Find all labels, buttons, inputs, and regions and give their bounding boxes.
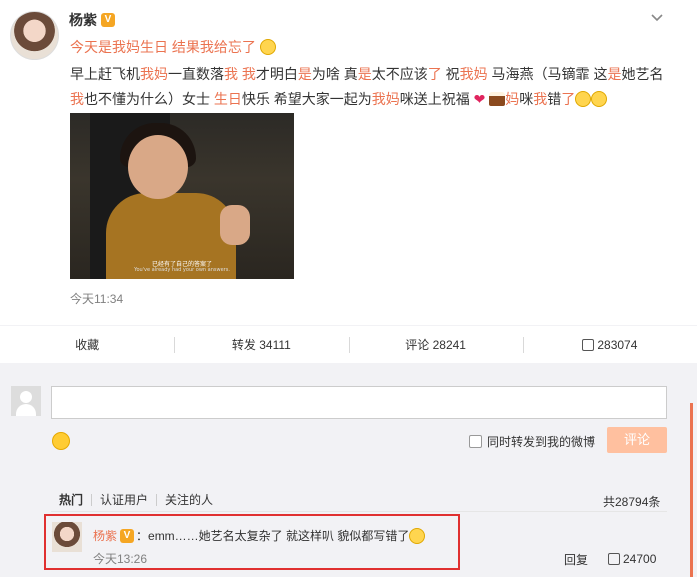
laugh-cry-emoji-icon bbox=[409, 527, 426, 544]
thumbs-up-icon bbox=[582, 338, 595, 351]
headline-text: 今天是我妈生日 结果我给忘了 bbox=[70, 39, 256, 55]
body-segment: 太不应该 bbox=[371, 66, 428, 82]
favorite-button[interactable]: 收藏 bbox=[0, 326, 174, 363]
tab-verified[interactable]: 认证用户 bbox=[100, 491, 148, 508]
body-segment: 才明白 bbox=[255, 66, 298, 82]
body-segment: 是 bbox=[607, 66, 622, 82]
tab-hot[interactable]: 热门 bbox=[59, 491, 83, 508]
tab-following[interactable]: 关注的人 bbox=[165, 491, 213, 508]
body-segment: 马海燕（马镝霏 这 bbox=[487, 66, 608, 82]
verified-badge-icon: V bbox=[120, 528, 135, 543]
body-segment: 咪送上祝福 bbox=[399, 91, 474, 107]
comment-time: 今天13:26 bbox=[93, 552, 148, 566]
body-segment: 咪 bbox=[519, 91, 534, 107]
repost-label: 转发 34111 bbox=[231, 338, 291, 352]
body-segment: 为啥 真 bbox=[311, 66, 358, 82]
verified-badge-icon: V bbox=[101, 13, 115, 27]
body-segment: 快乐 希望大家一起为 bbox=[241, 91, 372, 107]
author-name[interactable]: 杨紫 bbox=[69, 10, 97, 30]
current-user-avatar bbox=[11, 386, 41, 416]
comment-filter-tabs: 热门 认证用户 关注的人 bbox=[59, 491, 213, 508]
body-segment: 祝 bbox=[441, 66, 460, 82]
post-card: 杨紫 V 今天是我妈生日 结果我给忘了 早上赶飞机我妈一直数落我 我才明白是为啥… bbox=[0, 0, 697, 325]
emoji-picker-icon[interactable] bbox=[52, 432, 70, 450]
image-face bbox=[128, 135, 188, 199]
comment-text: ：emm……她艺名太复杂了 就这样叭 貌似都写错了 bbox=[136, 529, 410, 543]
commenter-avatar[interactable] bbox=[52, 522, 82, 552]
heart-emoji-icon: ❤ bbox=[473, 91, 486, 107]
post-image[interactable]: 已经有了自己的答案了 You've already had your own a… bbox=[70, 113, 294, 279]
body-segment: 了 bbox=[561, 91, 576, 107]
reply-button[interactable]: 回复 bbox=[564, 551, 588, 568]
body-segment: 我 我 bbox=[224, 66, 256, 82]
body-segment: 是 bbox=[297, 66, 312, 82]
body-segment: 错 bbox=[547, 91, 562, 107]
tab-divider bbox=[91, 493, 93, 506]
image-subtitle-en: You've already had your own answers. bbox=[134, 267, 230, 273]
post-actions-bar: 收藏 转发 34111 评论 28241 283074 bbox=[0, 325, 697, 363]
author-name-row: 杨紫 V bbox=[69, 10, 115, 30]
body-segment: 生日 bbox=[213, 91, 242, 107]
thumbs-up-icon bbox=[608, 553, 620, 565]
body-segment: 了 bbox=[427, 66, 442, 82]
comment-input[interactable] bbox=[51, 386, 667, 419]
scrollbar[interactable] bbox=[690, 403, 693, 577]
body-segment: 是 bbox=[357, 66, 372, 82]
like-count: 283074 bbox=[597, 337, 638, 352]
favorite-label: 收藏 bbox=[75, 338, 100, 352]
image-hand bbox=[220, 205, 250, 245]
post-headline: 今天是我妈生日 结果我给忘了 bbox=[70, 37, 276, 57]
chevron-down-icon[interactable] bbox=[650, 12, 664, 26]
comment-button[interactable]: 评论 28241 bbox=[348, 326, 523, 363]
divider bbox=[51, 511, 667, 512]
repost-button[interactable]: 转发 34111 bbox=[174, 326, 348, 363]
tab-divider bbox=[156, 493, 158, 506]
comment-like-count: 24700 bbox=[623, 552, 657, 566]
forward-label: 同时转发到我的微博 bbox=[487, 435, 596, 449]
comment-total: 共28794条 bbox=[603, 495, 661, 509]
body-segment: 我妈 bbox=[140, 66, 168, 82]
post-body: 早上赶飞机我妈一直数落我 我才明白是为啥 真是太不应该了 祝我妈 马海燕（马镝霏… bbox=[70, 62, 670, 112]
body-segment: 我 bbox=[533, 91, 548, 107]
body-segment: 早上赶飞机 bbox=[70, 66, 140, 82]
crying-emoji-icon bbox=[575, 91, 592, 107]
author-avatar[interactable] bbox=[10, 11, 59, 60]
like-button[interactable]: 283074 bbox=[522, 326, 697, 363]
submit-comment-button[interactable]: 评论 bbox=[607, 427, 667, 453]
laugh-cry-emoji-icon bbox=[259, 39, 276, 55]
cake-emoji-icon bbox=[489, 92, 506, 106]
comment-like-button[interactable]: 24700 bbox=[608, 552, 656, 566]
body-segment: 妈 bbox=[505, 91, 520, 107]
comment-line: 杨紫 V ：emm……她艺名太复杂了 就这样叭 貌似都写错了 bbox=[93, 527, 426, 544]
forward-checkbox[interactable] bbox=[469, 435, 482, 448]
post-time[interactable]: 今天11:34 bbox=[70, 290, 123, 307]
body-segment: 我 bbox=[70, 91, 84, 107]
body-segment: 也不懂为什么）女士 bbox=[84, 91, 214, 107]
laugh-cry-emoji-icon bbox=[591, 91, 608, 107]
body-segment: 一直数落 bbox=[168, 66, 224, 82]
body-segment: 我妈 bbox=[459, 66, 488, 82]
comment-label: 评论 28241 bbox=[405, 338, 466, 352]
commenter-name[interactable]: 杨紫 bbox=[93, 527, 117, 544]
forward-option[interactable]: 同时转发到我的微博 bbox=[469, 433, 595, 450]
body-segment: 我妈 bbox=[371, 91, 400, 107]
body-segment: 她艺名 bbox=[621, 66, 664, 82]
